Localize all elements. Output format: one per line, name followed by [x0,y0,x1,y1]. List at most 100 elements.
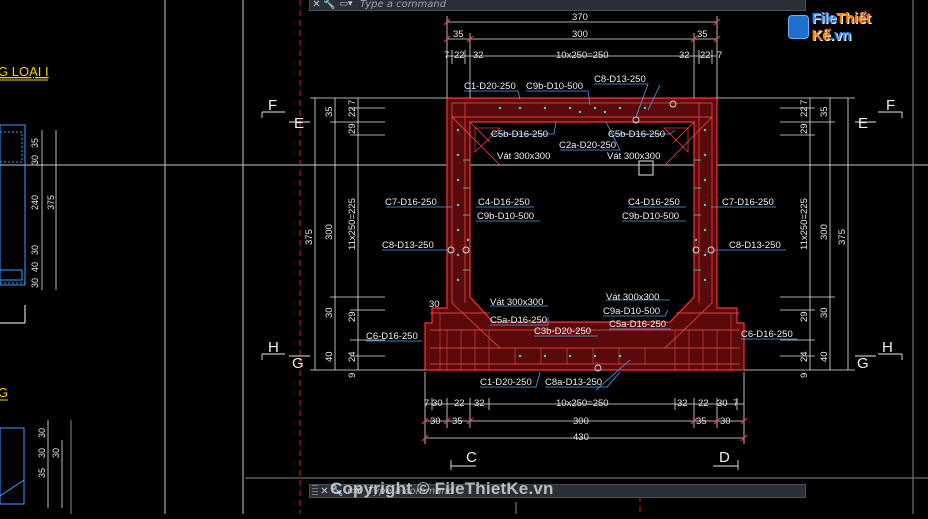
logo-icon [788,15,809,39]
copyright-watermark: Copyright © FileThietKe.vn [330,479,554,498]
close-icon[interactable]: ✕ [310,0,323,11]
dim-side: 375 [304,229,315,245]
command-prompt-icon[interactable]: ▭▾ [336,0,356,10]
dim-side: 9 [799,373,810,378]
label-c9b-right: C9b-D10-500 [622,211,679,222]
command-line-top[interactable]: ✕ 🔧 ▭▾ [309,0,806,11]
label-vat-right-top: Vát 300x300 [607,151,660,162]
dim-top3: 32 [473,50,484,61]
dim-side: 22 [347,106,358,117]
dim-side: 7 [799,100,810,105]
mark-d: D [719,449,730,466]
dim-side: 11x250=225 [799,198,810,250]
label-c7-right: C7-D16-250 [722,197,774,208]
dim-top3: 22 [700,50,711,61]
label-vat-right-bot: Vát 300x300 [606,292,659,303]
mark-h-left: H [268,339,279,356]
dim-side: 35 [324,106,335,117]
dim-side: 300 [324,224,335,240]
label-c3b: C3b-D20-250 [534,326,591,337]
label-c4-right: C4-D16-250 [628,197,680,208]
partial-dim: 30 [30,245,40,255]
dim-bot2: 30 [720,416,731,427]
partial-dim: 30 [37,448,47,458]
dim-bot2: 30 [430,416,441,427]
partial-dim: 30 [51,448,61,458]
dim-side: 30 [819,307,830,318]
label-c8-left: C8-D13-250 [382,240,434,251]
dim-top: 300 [572,29,588,40]
label-c8a: C8a-D13-250 [545,377,602,388]
dim-side: 24 [799,351,810,362]
dim-bot1: 32 [474,398,485,409]
dim-bot2: 35 [452,416,463,427]
dim-side: 9 [347,373,358,378]
dim-bot1: 7 [733,398,738,409]
mark-e-left: E [294,115,304,132]
partial-dim: 30 [37,428,47,438]
dim-side: 29 [799,311,810,322]
dim-top: 35 [453,29,464,40]
dim-side: 11x250=225 [347,198,358,250]
drawing-canvas[interactable]: G LOẠI I G 35 30 240 375 30 40 30 30 30 … [0,0,928,514]
watermark-logo: FileThiết Kế.vn [788,10,898,44]
mark-h-right: H [882,339,893,356]
label-c6-right: C6-D16-250 [741,329,793,340]
logo-text: FileThiết Kế.vn [811,10,871,44]
dim-top: 35 [697,29,708,40]
pickbox[interactable] [638,160,654,176]
label-c4-left: C4-D16-250 [478,197,530,208]
culvert-section[interactable]: C1-D20-250 C9b-D10-500 C8-D13-250 C5b-D1… [366,74,797,391]
mark-f-right: F [886,97,895,114]
label-c7-left: C7-D16-250 [385,197,437,208]
cad-viewport[interactable]: G LOẠI I G 35 30 240 375 30 40 30 30 30 … [0,0,928,514]
label-c5b-left: C5b-D16-250 [491,129,548,140]
dim-side: 30 [324,307,335,318]
mark-c: C [466,449,477,466]
dim-top-total: 370 [572,12,588,23]
label-c2a: C2a-D20-250 [559,140,616,151]
dim-side: 40 [324,351,335,362]
dim-bot1: 32 [677,398,688,409]
dim-top3: 32 [679,50,690,61]
mark-g-right: G [857,355,869,372]
label-vat-left-bot: Vát 300x300 [490,297,543,308]
dim-bot1: 22 [454,398,465,409]
dim-side: 35 [819,106,830,117]
dim-bot-total: 430 [573,432,589,443]
wrench-icon[interactable]: 🔧 [323,0,336,11]
dim-side: 29 [347,123,358,134]
dim-bot1: 30 [432,398,443,409]
dim-bot1: 22 [698,398,709,409]
dim-top3: 10x250=250 [556,50,609,61]
dim-side: 7 [347,100,358,105]
label-c8-right: C8-D13-250 [729,240,781,251]
dim-side: 375 [837,229,848,245]
mark-g-left: G [292,355,304,372]
label-c8-top: C8-D13-250 [594,74,646,85]
dim-bot1: 10x250=250 [556,398,609,409]
label-c1-top: C1-D20-250 [464,81,516,92]
dim-side: 24 [347,351,358,362]
dim-side: 29 [347,311,358,322]
dim-lower-30: 30 [429,299,440,310]
section-letters: F E H G F E H G C D [268,97,895,466]
command-input-top[interactable] [356,0,805,10]
mark-f-left: F [268,97,277,114]
dim-side: 40 [819,351,830,362]
dim-top3: 7 [444,50,449,61]
partial-dim: 30 [30,155,40,165]
partial-dim: 30 [30,278,40,288]
partial-dim: 240 [30,195,40,210]
partial-dim: 35 [30,138,40,148]
mark-e-right: E [858,115,868,132]
partial-title-1: G LOẠI I [0,64,49,79]
dim-bot2: 300 [573,416,589,427]
label-c5a-left: C5a-D16-250 [490,315,547,326]
dim-side: 300 [819,224,830,240]
label-vat-left-top: Vát 300x300 [497,151,550,162]
dim-top3: 7 [717,50,722,61]
label-c5a-right: C5a-D16-250 [609,319,666,330]
partial-dim: 35 [37,468,47,478]
left-partial-view: G LOẠI I G 35 30 240 375 30 40 30 30 30 … [0,64,63,508]
